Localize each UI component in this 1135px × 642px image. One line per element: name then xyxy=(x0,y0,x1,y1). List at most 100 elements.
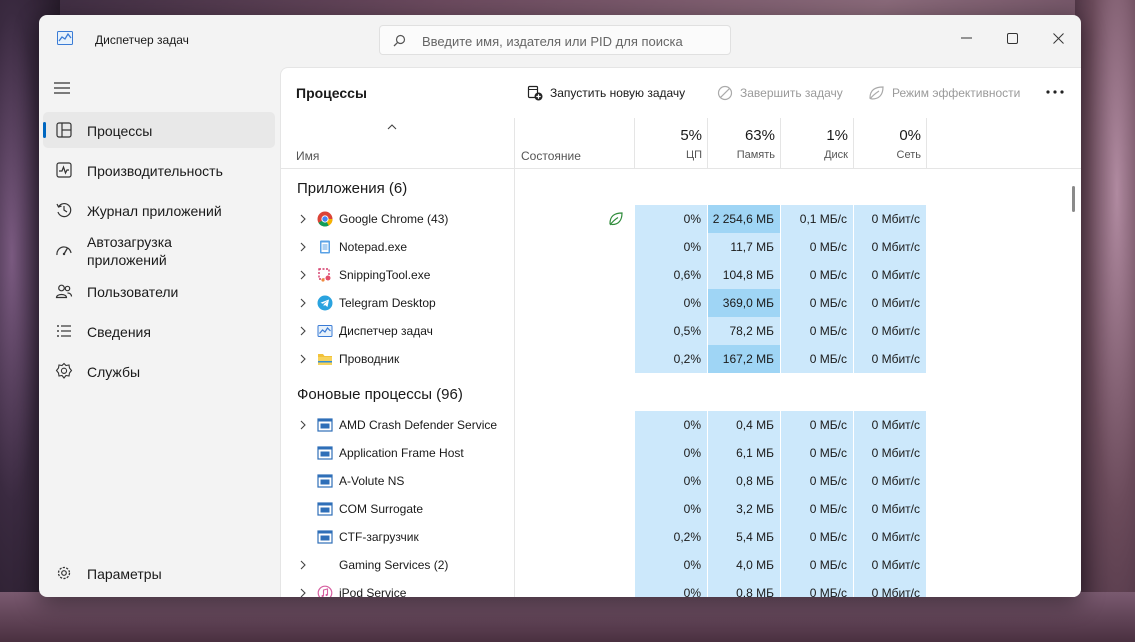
table-row[interactable]: Application Frame Host 0% 6,1 МБ 0 МБ/с 0 Мб… xyxy=(281,439,1081,467)
sidebar-item-settings[interactable]: Параметры xyxy=(43,555,275,591)
scrollbar-thumb[interactable] xyxy=(1072,186,1075,212)
startup-icon xyxy=(56,246,72,256)
sidebar-item-app-history[interactable]: Журнал приложений xyxy=(43,192,275,228)
table-row[interactable]: Проводник 0,2% 167,2 МБ 0 МБ/с 0 Мбит/с xyxy=(281,345,1081,373)
process-name: Проводник xyxy=(339,352,400,366)
processes-panel: Процессы Запустить новую задачу Завершит… xyxy=(280,67,1081,597)
hamburger-menu-icon[interactable] xyxy=(53,81,71,95)
sidebar-item-label: Службы xyxy=(87,364,141,380)
sidebar-item-performance[interactable]: Производительность xyxy=(43,152,275,188)
network-cell: 0 Мбит/с xyxy=(854,579,926,597)
title-bar[interactable]: Диспетчер задач xyxy=(39,15,1081,65)
disk-cell: 0 МБ/с xyxy=(781,345,853,373)
efficiency-mode-status-icon xyxy=(609,212,623,226)
snipping-tool-icon xyxy=(318,268,331,282)
notepad-icon xyxy=(320,240,330,254)
table-row[interactable]: CTF-загрузчик 0,2% 5,4 МБ 0 МБ/с 0 Мбит/с xyxy=(281,523,1081,551)
sidebar: Процессы Производительность Журнал прило… xyxy=(39,65,279,597)
cpu-cell: 0% xyxy=(635,289,707,317)
wallpaper-bottom xyxy=(0,592,1135,642)
network-cell: 0 Мбит/с xyxy=(854,523,926,551)
process-name: A-Volute NS xyxy=(339,474,405,488)
column-header-status[interactable]: Состояние xyxy=(521,149,581,163)
table-row[interactable]: SnippingTool.exe 0,6% 104,8 МБ 0 МБ/с 0 Мбит… xyxy=(281,261,1081,289)
memory-cell: 78,2 МБ xyxy=(708,317,780,345)
search-box[interactable] xyxy=(379,25,731,55)
chevron-right-icon[interactable] xyxy=(299,326,307,336)
performance-icon xyxy=(56,162,72,178)
memory-cell: 5,4 МБ xyxy=(708,523,780,551)
chevron-right-icon[interactable] xyxy=(299,270,307,280)
search-input[interactable] xyxy=(420,31,724,51)
network-cell: 0 Мбит/с xyxy=(854,467,926,495)
table-row[interactable]: A-Volute NS 0% 0,8 МБ 0 МБ/с 0 Мбит/с xyxy=(281,467,1081,495)
cpu-cell: 0,2% xyxy=(635,523,707,551)
table-row[interactable]: Диспетчер задач 0,5% 78,2 МБ 0 МБ/с 0 Мбит/с xyxy=(281,317,1081,345)
memory-label: Память xyxy=(736,149,775,161)
efficiency-mode-button[interactable]: Режим эффективности xyxy=(868,81,1020,105)
memory-cell: 369,0 МБ xyxy=(708,289,780,317)
table-row[interactable]: Google Chrome (43) 0% 2 254,6 МБ 0,1 МБ/с 0 … xyxy=(281,205,1081,233)
network-cell: 0 Мбит/с xyxy=(854,317,926,345)
sidebar-item-processes[interactable]: Процессы xyxy=(43,112,275,148)
memory-cell: 0,8 МБ xyxy=(708,467,780,495)
maximize-button[interactable] xyxy=(989,23,1035,53)
end-task-button[interactable]: Завершить задачу xyxy=(717,81,843,105)
end-task-label: Завершить задачу xyxy=(740,86,843,100)
app-title: Диспетчер задач xyxy=(95,33,189,47)
disk-cell: 0 МБ/с xyxy=(781,289,853,317)
cpu-cell: 0,2% xyxy=(635,345,707,373)
process-name: Диспетчер задач xyxy=(339,324,433,338)
disk-cell: 0 МБ/с xyxy=(781,261,853,289)
table-row[interactable]: Notepad.exe 0% 11,7 МБ 0 МБ/с 0 Мбит/с xyxy=(281,233,1081,261)
run-new-task-button[interactable]: Запустить новую задачу xyxy=(527,81,685,105)
process-name: Google Chrome (43) xyxy=(339,212,449,226)
table-row[interactable]: COM Surrogate 0% 3,2 МБ 0 МБ/с 0 Мбит/с xyxy=(281,495,1081,523)
memory-cell: 2 254,6 МБ xyxy=(708,205,780,233)
table-row[interactable]: Gaming Services (2) 0% 4,0 МБ 0 МБ/с 0 Мбит/… xyxy=(281,551,1081,579)
column-header-name[interactable]: Имя xyxy=(296,149,319,163)
chevron-right-icon[interactable] xyxy=(299,242,307,252)
cpu-cell: 0% xyxy=(635,495,707,523)
sidebar-item-details[interactable]: Сведения xyxy=(43,313,275,349)
process-name: COM Surrogate xyxy=(339,502,424,516)
network-cell: 0 Мбит/с xyxy=(854,411,926,439)
cpu-cell: 0% xyxy=(635,579,707,597)
network-cell: 0 Мбит/с xyxy=(854,289,926,317)
chevron-right-icon[interactable] xyxy=(299,560,307,570)
disk-cell: 0 МБ/с xyxy=(781,439,853,467)
chevron-right-icon[interactable] xyxy=(299,214,307,224)
search-icon xyxy=(393,34,406,47)
efficiency-mode-label: Режим эффективности xyxy=(892,86,1021,100)
gear-icon xyxy=(57,566,71,580)
chevron-right-icon[interactable] xyxy=(299,354,307,364)
chevron-right-icon[interactable] xyxy=(299,588,307,597)
sidebar-item-users[interactable]: Пользователи xyxy=(43,273,275,309)
sidebar-item-label: Процессы xyxy=(87,123,153,139)
chevron-right-icon[interactable] xyxy=(299,298,307,308)
more-options-icon[interactable] xyxy=(1043,82,1067,102)
minimize-button[interactable] xyxy=(943,23,989,53)
end-task-icon xyxy=(717,85,733,101)
service-window-icon xyxy=(317,502,333,516)
disk-cell: 0 МБ/с xyxy=(781,551,853,579)
section-title: Приложения (6) xyxy=(297,180,408,197)
process-name: iPod Service xyxy=(339,586,407,597)
close-button[interactable] xyxy=(1035,23,1081,53)
memory-cell: 4,0 МБ xyxy=(708,551,780,579)
cpu-cell: 0,5% xyxy=(635,317,707,345)
sidebar-item-services[interactable]: Службы xyxy=(43,353,275,389)
table-row[interactable]: iPod Service 0% 0,8 МБ 0 МБ/с 0 Мбит/с xyxy=(281,579,1081,597)
table-row[interactable]: Telegram Desktop 0% 369,0 МБ 0 МБ/с 0 Мбит/с xyxy=(281,289,1081,317)
sidebar-item-label: Сведения xyxy=(87,324,151,340)
service-window-icon xyxy=(317,474,333,488)
disk-total-percent: 1% xyxy=(826,127,848,144)
sort-ascending-icon xyxy=(387,124,397,130)
cpu-cell: 0% xyxy=(635,411,707,439)
sidebar-item-label: Журнал приложений xyxy=(87,203,222,219)
sidebar-item-startup-apps[interactable]: Автозагрузка приложений xyxy=(43,232,275,274)
disk-cell: 0 МБ/с xyxy=(781,523,853,551)
table-row[interactable]: AMD Crash Defender Service 0% 0,4 МБ 0 МБ/с… xyxy=(281,411,1081,439)
chevron-right-icon[interactable] xyxy=(299,420,307,430)
network-cell: 0 Мбит/с xyxy=(854,345,926,373)
